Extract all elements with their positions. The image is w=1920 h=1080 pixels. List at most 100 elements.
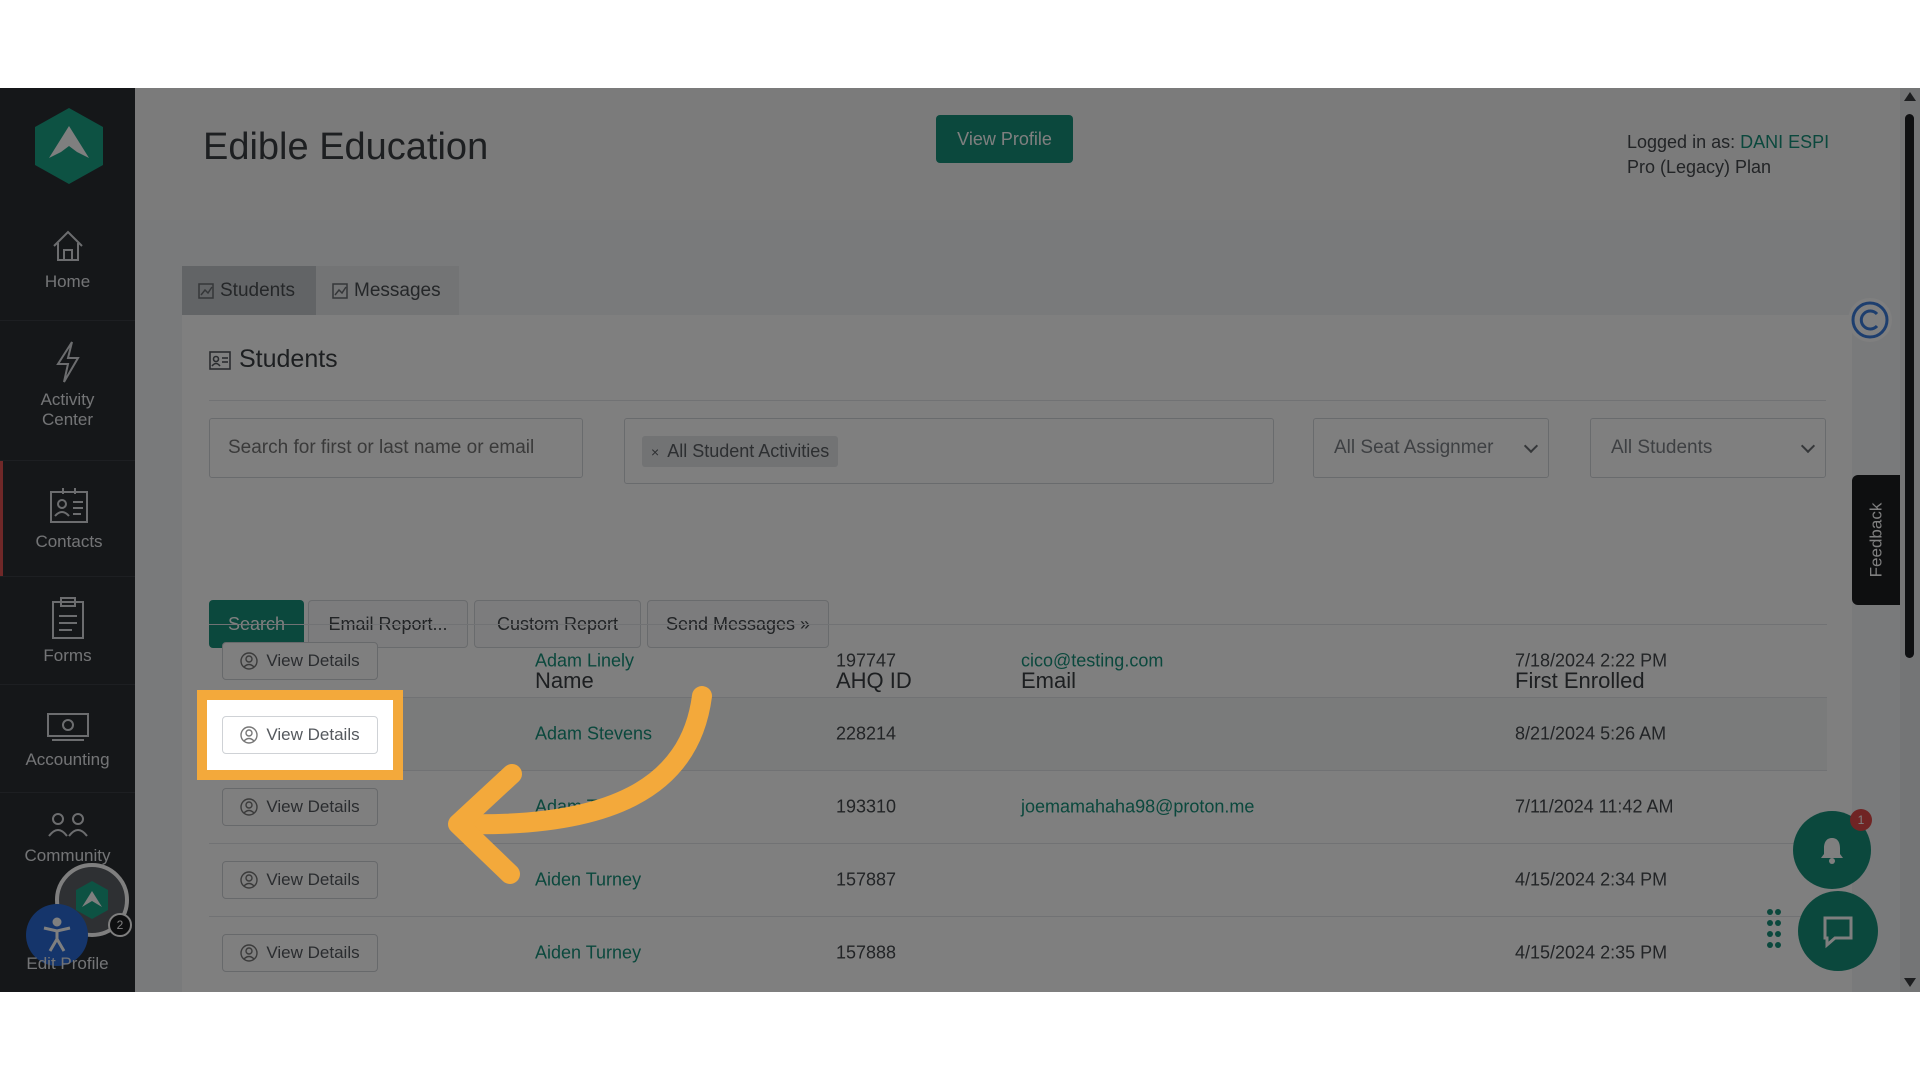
enrolled-date: 7/18/2024 2:22 PM xyxy=(1515,650,1668,671)
button-label: View Details xyxy=(266,943,360,962)
sidebar-item-edit-profile[interactable]: Edit Profile xyxy=(0,954,135,974)
panel-title-text: Students xyxy=(239,345,338,373)
divider xyxy=(0,576,135,577)
chat-button[interactable] xyxy=(1798,891,1878,971)
contacts-icon xyxy=(209,350,231,370)
button-label: View Details xyxy=(266,651,360,670)
table-row: View Details Adam Test 193310 joemamahah… xyxy=(209,770,1827,843)
feedback-tab[interactable]: Feedback xyxy=(1852,475,1900,605)
student-name-link[interactable]: Adam Test xyxy=(535,797,620,818)
tab-label: Messages xyxy=(354,279,441,301)
page-title: Edible Education xyxy=(203,126,489,168)
chart-icon xyxy=(332,282,348,299)
app-window: Home Activity Center Contacts Forms Acco… xyxy=(0,88,1920,992)
sidebar-item-forms[interactable]: Forms xyxy=(0,596,135,666)
drag-dots-icon xyxy=(1767,909,1781,948)
chat-icon xyxy=(1823,916,1853,949)
select-value: All Students xyxy=(1611,437,1713,458)
button-label: View Details xyxy=(266,725,360,744)
divider xyxy=(209,400,1826,401)
view-details-button-highlighted[interactable]: View Details xyxy=(222,716,378,754)
view-details-button[interactable]: View Details xyxy=(222,788,378,826)
profile-badge: 2 xyxy=(108,913,132,937)
student-name-link[interactable]: Adam Linely xyxy=(535,651,634,672)
notification-badge: 1 xyxy=(1850,809,1872,831)
sidebar-item-label: Home xyxy=(44,272,91,291)
drag-handle[interactable] xyxy=(1766,908,1782,952)
cash-icon xyxy=(46,713,89,741)
sidebar-item-home[interactable]: Home xyxy=(0,226,135,292)
person-circle-icon xyxy=(240,798,259,816)
divider xyxy=(0,792,135,793)
sidebar-item-community[interactable]: Community xyxy=(0,810,135,866)
table-row: View Details Adam Stevens 228214 8/21/20… xyxy=(209,697,1827,770)
scroll-up-arrow[interactable] xyxy=(1904,92,1916,101)
bell-icon xyxy=(1821,838,1843,864)
contacts-icon xyxy=(50,488,88,523)
ahq-id: 157888 xyxy=(836,942,897,963)
view-details-button[interactable]: View Details xyxy=(222,861,378,899)
student-name-link[interactable]: Aiden Turney xyxy=(535,870,641,891)
sidebar-item-accounting[interactable]: Accounting xyxy=(0,708,135,770)
highlighted-view-details: View Details xyxy=(197,690,403,780)
button-label: View Details xyxy=(266,797,360,816)
tab-students[interactable]: Students xyxy=(182,266,316,315)
chevron-down-icon xyxy=(1523,438,1539,453)
app-logo[interactable] xyxy=(33,106,105,186)
activity-filter[interactable]: × All Student Activities xyxy=(624,418,1274,484)
sidebar: Home Activity Center Contacts Forms Acco… xyxy=(0,88,135,992)
logged-in-label: Logged in as: xyxy=(1627,132,1741,152)
divider xyxy=(0,684,135,685)
feedback-label: Feedback xyxy=(1866,502,1886,578)
sidebar-item-label: Forms xyxy=(43,646,92,665)
header: Edible Education View Profile Logged in … xyxy=(135,88,1920,220)
table-row: View Details Aiden Turney 157888 4/15/20… xyxy=(209,916,1827,989)
email-link[interactable]: cico@testing.com xyxy=(1021,651,1163,672)
sidebar-item-activity-center[interactable]: Activity Center xyxy=(0,340,135,430)
seat-assignment-select[interactable]: All Seat Assignmer xyxy=(1313,418,1549,478)
person-circle-icon xyxy=(240,944,259,962)
close-icon[interactable]: × xyxy=(651,444,659,460)
table-row: View Details Adam Linely 197747 cico@tes… xyxy=(209,624,1827,697)
chart-icon xyxy=(198,282,214,299)
sidebar-item-label: Contacts xyxy=(35,532,103,551)
sidebar-item-label: Activity Center xyxy=(40,390,95,429)
lightning-icon xyxy=(55,341,80,383)
sidebar-item-contacts[interactable]: Contacts xyxy=(0,461,135,576)
logged-in-user-link[interactable]: DANI ESPI xyxy=(1740,132,1829,152)
accessibility-icon xyxy=(43,917,71,952)
student-name-link[interactable]: Aiden Turney xyxy=(535,943,641,964)
clipboard-icon xyxy=(51,597,84,639)
activity-chip[interactable]: × All Student Activities xyxy=(642,435,839,467)
grammar-extension-icon[interactable] xyxy=(1848,298,1892,342)
student-name-link[interactable]: Adam Stevens xyxy=(535,724,652,745)
person-circle-icon xyxy=(240,652,259,670)
ahq-id: 157887 xyxy=(836,869,897,890)
select-value: All Seat Assignmer xyxy=(1334,437,1494,458)
students-select[interactable]: All Students xyxy=(1590,418,1826,478)
view-details-button[interactable]: View Details xyxy=(222,934,378,972)
table-row: View Details Aiden Turney 157887 4/15/20… xyxy=(209,843,1827,916)
email-link[interactable]: joemamahaha98@proton.me xyxy=(1021,797,1254,818)
plan-label: Pro (Legacy) Plan xyxy=(1627,157,1772,177)
activity-chip-label: All Student Activities xyxy=(667,440,830,461)
home-icon xyxy=(52,230,83,261)
ahq-id: 193310 xyxy=(836,796,897,817)
enrolled-date: 8/21/2024 5:26 AM xyxy=(1515,723,1667,744)
divider xyxy=(0,320,135,321)
ahq-id: 228214 xyxy=(836,723,897,744)
enrolled-date: 7/11/2024 11:42 AM xyxy=(1515,796,1674,817)
ahq-id: 197747 xyxy=(836,650,897,671)
view-details-button[interactable]: View Details xyxy=(222,642,378,680)
scroll-down-arrow[interactable] xyxy=(1904,978,1916,987)
view-profile-button[interactable]: View Profile xyxy=(936,115,1073,163)
enrolled-date: 4/15/2024 2:34 PM xyxy=(1515,869,1668,890)
button-label: View Details xyxy=(266,870,360,889)
sidebar-item-label: Edit Profile xyxy=(26,954,109,973)
scrollbar[interactable] xyxy=(1900,88,1920,992)
scrollbar-thumb[interactable] xyxy=(1905,114,1914,658)
tab-messages[interactable]: Messages xyxy=(316,266,459,315)
login-info: Logged in as: DANI ESPI Pro (Legacy) Pla… xyxy=(1627,130,1829,180)
search-input[interactable] xyxy=(209,418,583,478)
person-circle-icon xyxy=(240,871,259,889)
